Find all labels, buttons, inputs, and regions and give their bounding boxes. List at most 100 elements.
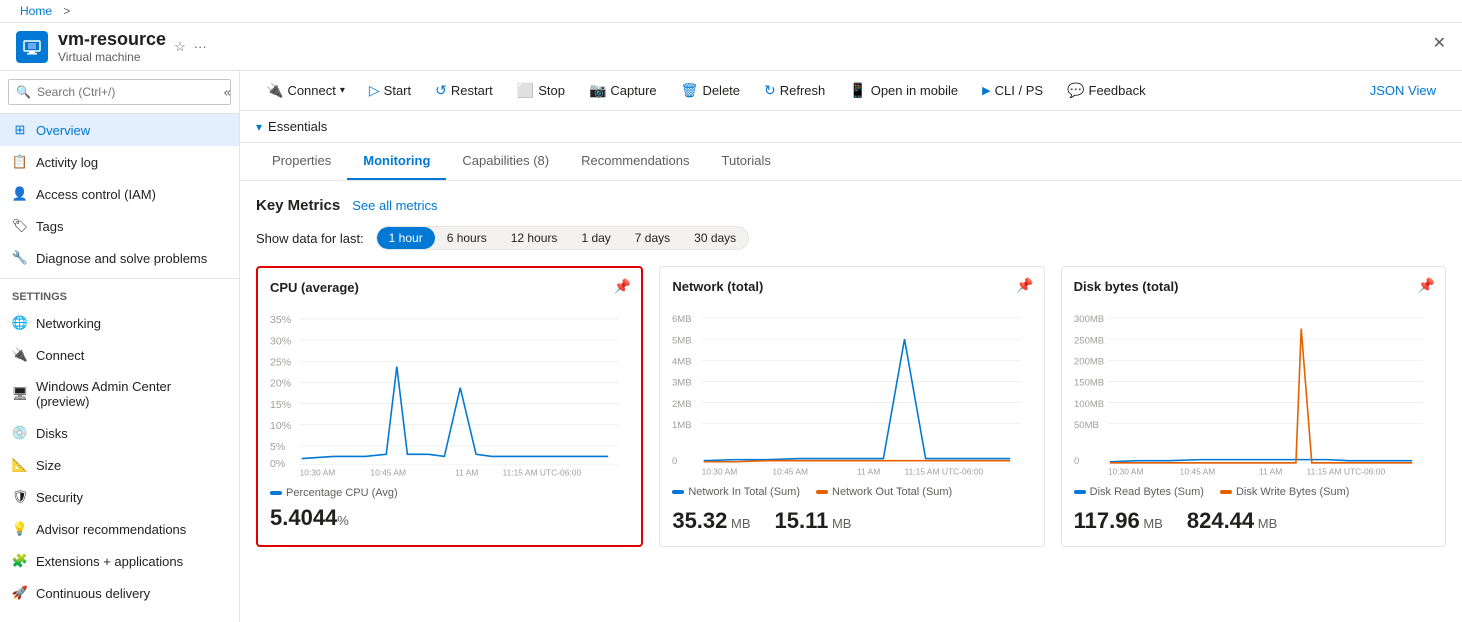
sidebar-item-connect[interactable]: 🔌 Connect: [0, 339, 239, 371]
search-input[interactable]: [8, 79, 231, 105]
time-option-12hours[interactable]: 12 hours: [499, 227, 570, 249]
delete-button[interactable]: 🗑 Delete: [671, 77, 750, 104]
capture-btn-label: Capture: [610, 83, 656, 98]
disk-pin-icon[interactable]: 📌: [1418, 277, 1435, 294]
network-chart-title: Network (total): [672, 279, 1031, 294]
resource-info: vm-resource Virtual machine: [58, 29, 166, 64]
open-mobile-button[interactable]: 📱 Open in mobile: [839, 77, 968, 104]
sidebar-label-networking: Networking: [36, 316, 101, 331]
sidebar-item-access-control[interactable]: 👤 Access control (IAM): [0, 178, 239, 210]
size-icon: 📐: [12, 457, 28, 473]
connect-btn-label: Connect: [287, 83, 335, 98]
activity-log-icon: 📋: [12, 154, 28, 170]
network-pin-icon[interactable]: 📌: [1016, 277, 1033, 294]
metrics-header: Key Metrics See all metrics: [256, 197, 1446, 214]
sidebar-label-tags: Tags: [36, 219, 63, 234]
cli-ps-button[interactable]: ▶ CLI / PS: [972, 78, 1053, 103]
see-all-metrics-link[interactable]: See all metrics: [352, 198, 437, 213]
sidebar-label-connect: Connect: [36, 348, 84, 363]
stop-button[interactable]: ⬜ Stop: [507, 77, 575, 104]
restart-btn-icon: ↺: [435, 82, 447, 99]
time-option-1day[interactable]: 1 day: [569, 227, 622, 249]
tabs-bar: Properties Monitoring Capabilities (8) R…: [240, 143, 1462, 181]
sidebar-label-access-control: Access control (IAM): [36, 187, 156, 202]
sidebar-item-security[interactable]: 🛡 Security: [0, 481, 239, 513]
essentials-chevron-icon[interactable]: ▾: [256, 120, 262, 134]
sidebar-item-diagnose[interactable]: 🔧 Diagnose and solve problems: [0, 242, 239, 274]
sidebar-item-windows-admin[interactable]: 🖥 Windows Admin Center (preview): [0, 371, 239, 417]
sidebar-item-size[interactable]: 📐 Size: [0, 449, 239, 481]
network-out-label: Network Out Total (Sum): [832, 486, 952, 498]
delete-btn-icon: 🗑: [681, 82, 699, 99]
cli-btn-icon: ▶: [982, 84, 990, 97]
time-option-6hours[interactable]: 6 hours: [435, 227, 499, 249]
cpu-chart-value: 5.4044%: [270, 505, 629, 531]
tab-capabilities[interactable]: Capabilities (8): [446, 143, 565, 180]
close-button[interactable]: ✕: [1433, 33, 1446, 53]
sidebar-label-windows-admin: Windows Admin Center (preview): [36, 379, 227, 409]
svg-text:5MB: 5MB: [672, 335, 692, 346]
network-chart-card: Network (total) 📌 6MB 5MB 4MB 3MB 2MB 1M…: [659, 266, 1044, 547]
svg-text:5%: 5%: [270, 441, 285, 453]
delete-btn-label: Delete: [702, 83, 740, 98]
stop-btn-icon: ⬜: [517, 82, 534, 99]
sidebar-item-extensions[interactable]: 🧩 Extensions + applications: [0, 545, 239, 577]
network-out-color: [816, 490, 828, 494]
disk-read-label: Disk Read Bytes (Sum): [1090, 486, 1204, 498]
time-selector: Show data for last: 1 hour 6 hours 12 ho…: [256, 226, 1446, 250]
svg-text:0: 0: [672, 456, 677, 467]
sidebar-label-size: Size: [36, 458, 61, 473]
tab-monitoring[interactable]: Monitoring: [347, 143, 446, 180]
sidebar-item-disks[interactable]: 💿 Disks: [0, 417, 239, 449]
feedback-button[interactable]: 💬 Feedback: [1057, 77, 1156, 104]
sidebar-item-overview[interactable]: ⊞ Overview: [0, 114, 239, 146]
cpu-pin-icon[interactable]: 📌: [614, 278, 631, 295]
sidebar-item-advisor[interactable]: 💡 Advisor recommendations: [0, 513, 239, 545]
sidebar-item-tags[interactable]: 🏷 Tags: [0, 210, 239, 242]
sidebar-item-activity-log[interactable]: 📋 Activity log: [0, 146, 239, 178]
disk-read-legend: Disk Read Bytes (Sum): [1074, 486, 1204, 498]
cpu-chart-title: CPU (average): [270, 280, 629, 295]
refresh-button[interactable]: ↻ Refresh: [754, 77, 835, 104]
content-panel: 🔌 Connect ▾ ▷ Start ↺ Restart ⬜ Stop: [240, 71, 1462, 622]
network-out-value: 15.11 MB: [775, 508, 852, 534]
metrics-title: Key Metrics: [256, 197, 340, 214]
breadcrumb-home[interactable]: Home: [20, 4, 52, 18]
restart-button[interactable]: ↺ Restart: [425, 77, 503, 104]
cpu-legend-item: Percentage CPU (Avg): [270, 487, 398, 499]
svg-text:0%: 0%: [270, 458, 285, 470]
sidebar-item-delivery[interactable]: 🚀 Continuous delivery: [0, 577, 239, 609]
more-icon[interactable]: ···: [194, 39, 207, 55]
start-button[interactable]: ▷ Start: [359, 77, 421, 104]
cpu-chart-svg-container: 35% 30% 25% 20% 15% 10% 5% 0%: [270, 303, 629, 483]
network-chart-legend: Network In Total (Sum) Network Out Total…: [672, 486, 1031, 498]
disk-chart-title: Disk bytes (total): [1074, 279, 1433, 294]
sidebar: 🔍 « ⊞ Overview 📋 Activity log 👤 Access c…: [0, 71, 240, 622]
svg-text:2MB: 2MB: [672, 399, 692, 410]
resource-icon: [16, 31, 48, 63]
disk-read-color: [1074, 490, 1086, 494]
time-option-7days[interactable]: 7 days: [623, 227, 682, 249]
time-option-30days[interactable]: 30 days: [682, 227, 748, 249]
svg-text:15%: 15%: [270, 399, 291, 411]
capture-button[interactable]: 📷 Capture: [579, 77, 667, 104]
tab-properties[interactable]: Properties: [256, 143, 347, 180]
network-in-legend: Network In Total (Sum): [672, 486, 800, 498]
open-mobile-btn-label: Open in mobile: [871, 83, 958, 98]
tab-recommendations[interactable]: Recommendations: [565, 143, 705, 180]
json-view-link[interactable]: JSON View: [1360, 78, 1446, 103]
network-chart-svg-container: 6MB 5MB 4MB 3MB 2MB 1MB 0: [672, 302, 1031, 482]
resource-name: vm-resource: [58, 29, 166, 50]
diagnose-icon: 🔧: [12, 250, 28, 266]
svg-text:0: 0: [1074, 456, 1079, 467]
tab-tutorials[interactable]: Tutorials: [706, 143, 787, 180]
collapse-sidebar-button[interactable]: «: [224, 85, 231, 100]
svg-text:10:30 AM: 10:30 AM: [300, 467, 336, 477]
sidebar-label-activity-log: Activity log: [36, 155, 98, 170]
sidebar-item-networking[interactable]: 🌐 Networking: [0, 307, 239, 339]
favorite-icon[interactable]: ☆: [174, 39, 186, 55]
essentials-bar: ▾ Essentials: [240, 111, 1462, 143]
refresh-btn-label: Refresh: [780, 83, 826, 98]
connect-button[interactable]: 🔌 Connect ▾: [256, 77, 355, 104]
time-option-1hour[interactable]: 1 hour: [377, 227, 435, 249]
